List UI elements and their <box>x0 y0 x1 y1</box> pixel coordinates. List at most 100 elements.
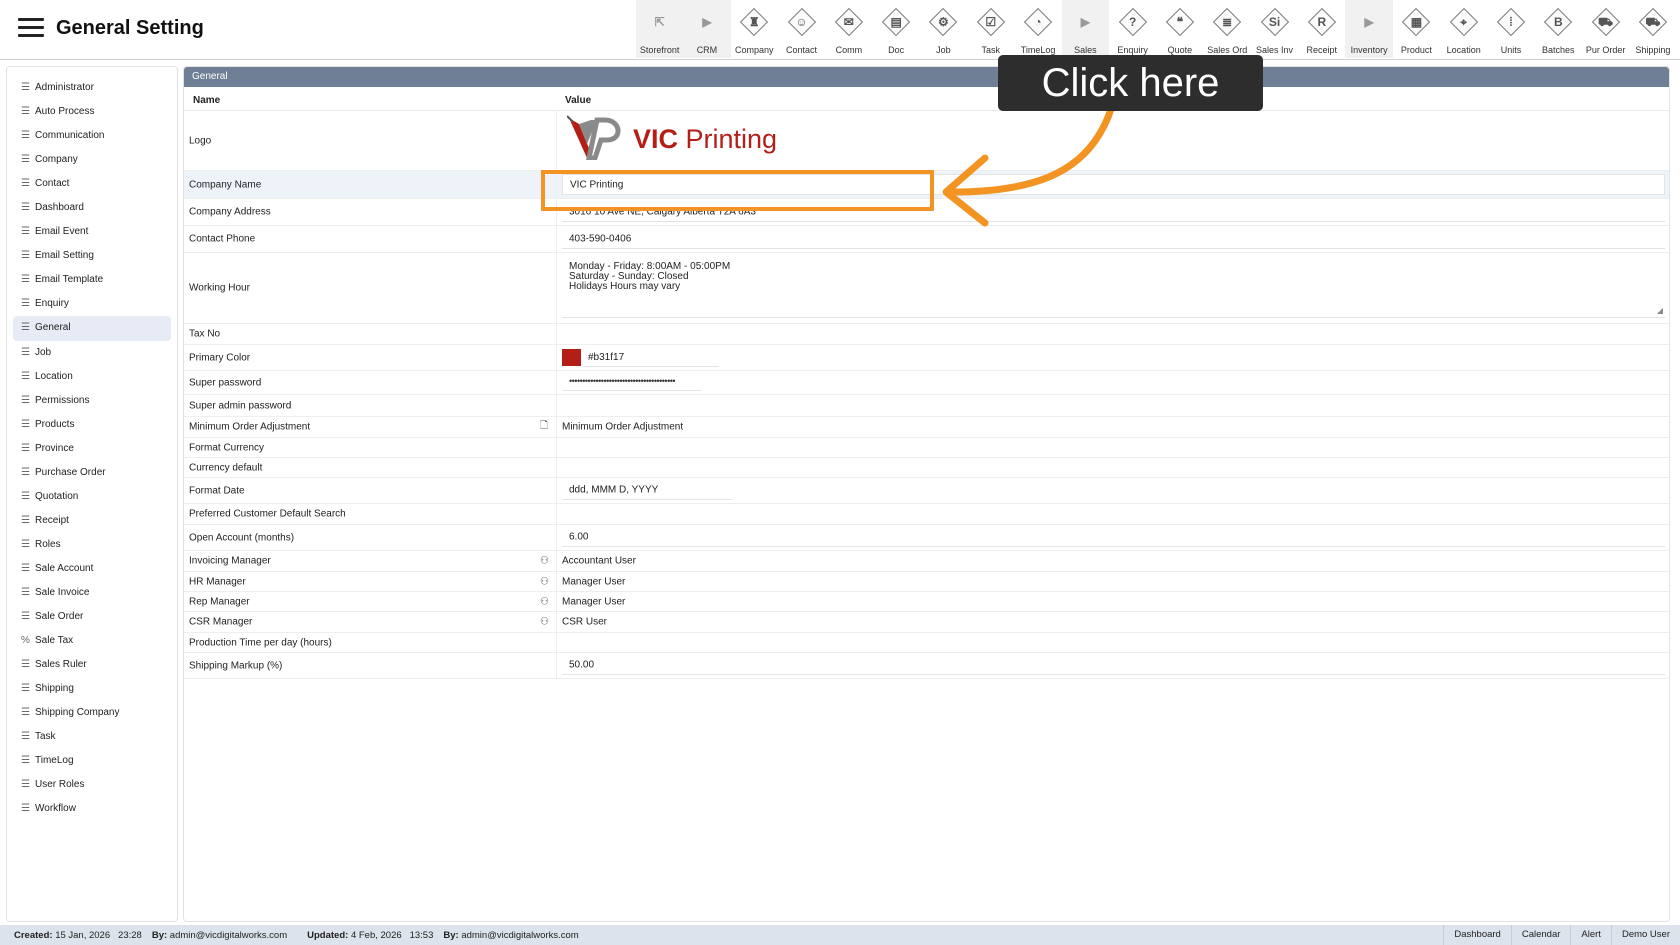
contact-phone-input[interactable]: 403-590-0406 <box>562 229 1665 249</box>
sidebar-item-job[interactable]: ☰ Job <box>13 341 171 365</box>
sidebar-item-quotation[interactable]: ☰ Quotation <box>13 485 171 509</box>
super-admin-password-input[interactable] <box>556 395 1669 416</box>
toolbar-timelog-button[interactable]: ◔ TimeLog <box>1014 0 1061 58</box>
working-hour-textarea[interactable]: Monday - Friday: 8:00AM - 05:00PM Saturd… <box>562 259 1665 318</box>
file-icon[interactable]: 🗋 <box>540 419 548 436</box>
row-label: Shipping Markup (%) <box>189 660 283 671</box>
sidebar-item-contact[interactable]: ☰ Contact <box>13 172 171 196</box>
footer-link-alert[interactable]: Alert <box>1570 925 1611 945</box>
toolbar-sales-button[interactable]: ▶ Sales <box>1061 0 1109 58</box>
toolbar-product-button[interactable]: ▦ Product <box>1393 0 1440 58</box>
super-password-input[interactable]: •••••••••••••••••••••••••••••••••••••••• <box>562 374 702 391</box>
row-currency-default: Currency default <box>184 458 1669 478</box>
user-icon[interactable]: ⚇ <box>540 617 549 628</box>
sidebar-item-workflow[interactable]: ☰ Workflow <box>13 797 171 821</box>
currency-default-input[interactable] <box>556 458 1669 477</box>
sidebar-item-sale-invoice[interactable]: ☰ Sale Invoice <box>13 581 171 605</box>
toolbar-company-button[interactable]: ♜ Company <box>731 0 778 58</box>
toolbar-comm-button[interactable]: ✉ Comm <box>825 0 872 58</box>
sidebar-item-timelog[interactable]: ☰ TimeLog <box>13 749 171 773</box>
toolbar-job-button[interactable]: ⚙ Job <box>920 0 967 58</box>
list-icon: ☰ <box>21 202 30 214</box>
sidebar-item-products[interactable]: ☰ Products <box>13 413 171 437</box>
sidebar-item-email-template[interactable]: ☰ Email Template <box>13 268 171 292</box>
toolbar-enquiry-button[interactable]: ? Enquiry <box>1109 0 1156 58</box>
sidebar-item-email-event[interactable]: ☰ Email Event <box>13 220 171 244</box>
toolbar-task-button[interactable]: ☑ Task <box>967 0 1014 58</box>
hr-manager-value[interactable]: Manager User <box>556 572 1669 591</box>
row-super-admin-password: Super admin password <box>184 395 1669 417</box>
toolbar-shipping-button[interactable]: ⛟ Shipping <box>1629 0 1676 58</box>
sidebar-item-administrator[interactable]: ☰ Administrator <box>13 76 171 100</box>
rep-manager-value[interactable]: Manager User <box>556 592 1669 611</box>
row-label: Rep Manager <box>189 596 250 607</box>
sidebar-item-task[interactable]: ☰ Task <box>13 725 171 749</box>
toolbar-storefront-button[interactable]: ⇱ Storefront <box>636 0 684 58</box>
shipping-markup-input[interactable]: 50.00 <box>562 656 1665 675</box>
min-order-adjustment-value[interactable]: Minimum Order Adjustment <box>556 417 1669 437</box>
open-account-input[interactable]: 6.00 <box>562 528 1665 547</box>
sidebar-item-permissions[interactable]: ☰ Permissions <box>13 389 171 413</box>
sidebar-item-dashboard[interactable]: ☰ Dashboard <box>13 196 171 220</box>
toolbar-receipt-button[interactable]: R Receipt <box>1298 0 1345 58</box>
format-currency-input[interactable] <box>556 438 1669 457</box>
units-icon: ⦙ <box>1496 7 1526 37</box>
list-icon: ☰ <box>21 659 30 671</box>
user-icon[interactable]: ⚇ <box>540 556 549 567</box>
row-label: Company Address <box>189 206 271 218</box>
sidebar-item-purchase-order[interactable]: ☰ Purchase Order <box>13 461 171 485</box>
toolbar-sales-inv-button[interactable]: Si Sales Inv <box>1251 0 1298 58</box>
invoicing-manager-value[interactable]: Accountant User <box>556 551 1669 571</box>
toolbar-units-button[interactable]: ⦙ Units <box>1487 0 1534 58</box>
company-logo[interactable]: VIC Printing <box>566 114 777 161</box>
toolbar-sales-ord-button[interactable]: ≣ Sales Ord <box>1204 0 1251 58</box>
sidebar-item-roles[interactable]: ☰ Roles <box>13 533 171 557</box>
sidebar-item-company[interactable]: ☰ Company <box>13 148 171 172</box>
sidebar-item-sale-tax[interactable]: % Sale Tax <box>13 629 171 653</box>
toolbar-inventory-button[interactable]: ▶ Inventory <box>1345 0 1393 58</box>
sidebar-item-province[interactable]: ☰ Province <box>13 437 171 461</box>
sidebar-item-label: Shipping <box>35 683 74 695</box>
sidebar-item-location[interactable]: ☰ Location <box>13 365 171 389</box>
sidebar-item-communication[interactable]: ☰ Communication <box>13 124 171 148</box>
toolbar-pur-order-button[interactable]: ⛟ Pur Order <box>1582 0 1629 58</box>
preferred-customer-search-input[interactable] <box>556 504 1669 524</box>
task-icon: ☑ <box>976 7 1006 37</box>
toolbar-quote-button[interactable]: ❝ Quote <box>1156 0 1203 58</box>
sidebar-item-sales-ruler[interactable]: ☰ Sales Ruler <box>13 653 171 677</box>
footer-link-dashboard[interactable]: Dashboard <box>1443 925 1510 945</box>
sidebar-item-shipping-company[interactable]: ☰ Shipping Company <box>13 701 171 725</box>
status-footer: Created: 15 Jan, 2026 23:28 By: admin@vic… <box>0 925 1680 945</box>
tax-no-input[interactable] <box>556 324 1669 344</box>
sidebar-item-user-roles[interactable]: ☰ User Roles <box>13 773 171 797</box>
sidebar-item-receipt[interactable]: ☰ Receipt <box>13 509 171 533</box>
toolbar-batches-button[interactable]: B Batches <box>1535 0 1582 58</box>
csr-manager-value[interactable]: CSR User <box>556 612 1669 632</box>
sidebar-item-auto-process[interactable]: ☰ Auto Process <box>13 100 171 124</box>
production-time-input[interactable] <box>556 633 1669 652</box>
toolbar-doc-button[interactable]: ▤ Doc <box>872 0 919 58</box>
list-icon: ☰ <box>21 274 30 286</box>
sidebar-item-shipping[interactable]: ☰ Shipping <box>13 677 171 701</box>
row-shipping-markup: Shipping Markup (%) 50.00 <box>184 653 1669 679</box>
footer-link-demo-user[interactable]: Demo User <box>1610 925 1680 945</box>
sidebar-item-email-setting[interactable]: ☰ Email Setting <box>13 244 171 268</box>
footer-link-calendar[interactable]: Calendar <box>1510 925 1571 945</box>
doc-icon: ▤ <box>881 7 911 37</box>
user-icon[interactable]: ⚇ <box>540 576 549 587</box>
sidebar-item-enquiry[interactable]: ☰ Enquiry <box>13 292 171 316</box>
format-date-input[interactable]: ddd, MMM D, YYYY <box>562 481 732 500</box>
toolbar-crm-button[interactable]: ▶ CRM <box>683 0 731 58</box>
toolbar-location-button[interactable]: ⌖ Location <box>1440 0 1487 58</box>
list-icon: ☰ <box>21 154 30 166</box>
sidebar-item-general[interactable]: ☰ General <box>13 316 171 341</box>
hamburger-menu-icon[interactable] <box>18 18 44 38</box>
toolbar-contact-button[interactable]: ☺ Contact <box>778 0 825 58</box>
list-icon: ☰ <box>21 707 30 719</box>
sidebar-item-sale-account[interactable]: ☰ Sale Account <box>13 557 171 581</box>
sidebar-item-sale-order[interactable]: ☰ Sale Order <box>13 605 171 629</box>
user-icon[interactable]: ⚇ <box>540 596 549 607</box>
color-swatch[interactable] <box>562 349 581 366</box>
resize-handle-icon[interactable]: ◢ <box>1657 306 1663 315</box>
primary-color-input[interactable]: #b31f17 <box>584 348 719 367</box>
